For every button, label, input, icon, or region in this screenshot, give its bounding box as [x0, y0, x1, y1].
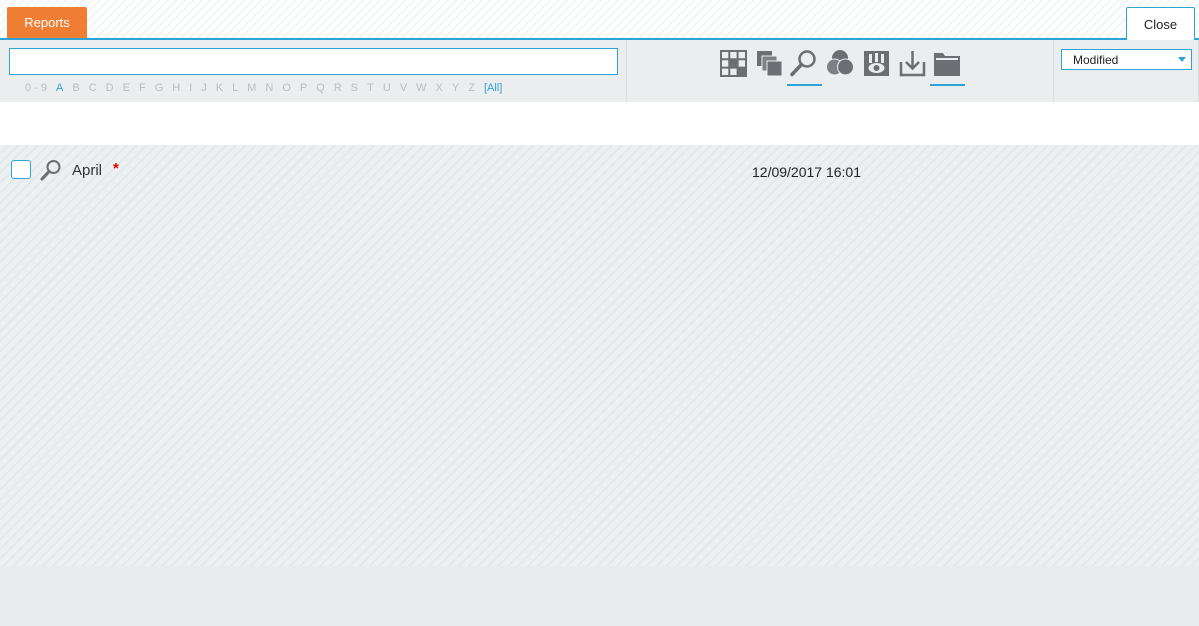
alphabet-letter[interactable]: Q [316, 82, 325, 96]
copy-icon[interactable] [754, 48, 784, 78]
preview-icon[interactable] [40, 159, 62, 181]
alphabet-letter[interactable]: Z [468, 82, 475, 96]
alphabet-letter[interactable]: S [351, 82, 358, 96]
list-item[interactable]: April * 12/09/2017 16:01 [0, 145, 1199, 195]
alphabet-letter[interactable]: X [436, 82, 443, 96]
alphabet-letter[interactable]: U [383, 82, 391, 96]
report-name[interactable]: April [72, 162, 102, 179]
search-icon-underline [787, 84, 822, 86]
modified-date: 12/09/2017 16:01 [752, 164, 861, 180]
alphabet-letter[interactable]: M [247, 82, 256, 96]
report-list: April * 12/09/2017 16:01 [0, 145, 1199, 566]
top-bar: Reports Close [0, 0, 1199, 40]
spacer [0, 102, 1199, 145]
alphabet-letter[interactable]: F [139, 82, 146, 96]
download-icon[interactable] [897, 48, 927, 78]
sort-select[interactable]: Modified [1061, 49, 1192, 70]
alphabet-letter[interactable]: [All] [484, 82, 502, 96]
grid-icon[interactable] [718, 48, 748, 78]
view-tools-section [628, 40, 1054, 102]
search-input[interactable] [9, 48, 618, 75]
alphabet-letter[interactable]: D [106, 82, 114, 96]
alphabet-letter[interactable]: K [216, 82, 223, 96]
alphabet-letter[interactable]: B [72, 82, 79, 96]
alphabet-letter[interactable]: 0 - 9 [25, 82, 47, 96]
tab-reports[interactable]: Reports [7, 7, 87, 38]
close-button[interactable]: Close [1126, 7, 1195, 40]
row-checkbox[interactable] [11, 160, 31, 179]
color-filter-icon[interactable] [825, 48, 855, 78]
alphabet-letter[interactable]: I [189, 82, 192, 96]
modified-flag: * [113, 160, 119, 177]
sort-select-value: Modified [1073, 52, 1119, 67]
alphabet-letter[interactable]: O [282, 82, 291, 96]
alphabet-letter[interactable]: L [232, 82, 238, 96]
search-icon[interactable] [789, 48, 819, 78]
alphabet-letter[interactable]: W [416, 82, 426, 96]
folder-icon-underline [930, 84, 965, 86]
alphabet-filter: 0 - 9 A B C D E F G H I J K L M N O P Q R S T U V W X Y Z [All] [25, 82, 511, 96]
toolbar: 0 - 9 A B C D E F G H I J K L M N O P Q R S T U V W X Y Z [All] [0, 40, 1199, 102]
alphabet-letter[interactable]: H [172, 82, 180, 96]
alphabet-letter[interactable]: J [201, 82, 207, 96]
alphabet-letter[interactable]: Y [452, 82, 459, 96]
alphabet-letter[interactable]: N [265, 82, 273, 96]
hierarchy-view-icon[interactable] [861, 48, 891, 78]
folder-icon[interactable] [932, 48, 962, 78]
footer [0, 566, 1199, 626]
alphabet-letter[interactable]: T [367, 82, 374, 96]
chevron-down-icon [1178, 57, 1186, 62]
alphabet-letter[interactable]: E [123, 82, 130, 96]
alphabet-letter[interactable]: A [56, 82, 63, 96]
sort-section: Modified [1055, 40, 1199, 102]
alphabet-letter[interactable]: C [89, 82, 97, 96]
alphabet-letter[interactable]: R [334, 82, 342, 96]
alphabet-letter[interactable]: V [400, 82, 407, 96]
search-section: 0 - 9 A B C D E F G H I J K L M N O P Q R S T U V W X Y Z [All] [0, 40, 627, 102]
alphabet-letter[interactable]: G [155, 82, 164, 96]
alphabet-letter[interactable]: P [300, 82, 307, 96]
